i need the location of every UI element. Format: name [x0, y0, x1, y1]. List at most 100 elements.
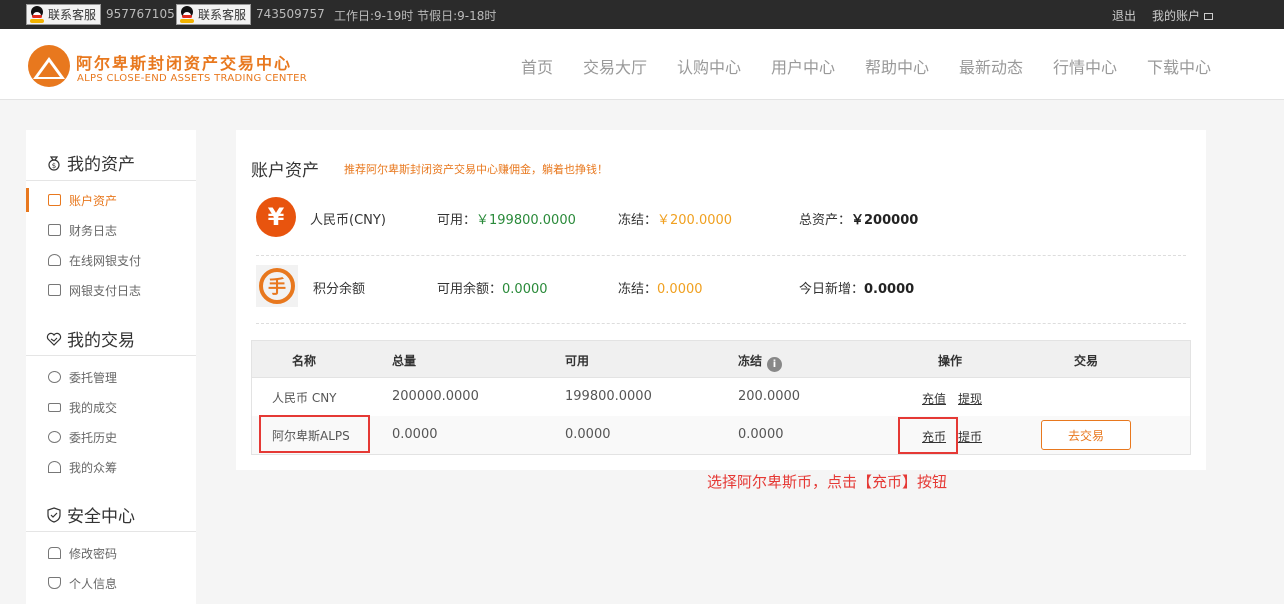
my-account-label: 我的账户 — [1152, 9, 1201, 23]
nav-news[interactable]: 最新动态 — [959, 54, 1023, 78]
total-label: 总资产： — [799, 213, 852, 228]
logo-mountain-icon[interactable] — [28, 45, 70, 87]
lock-icon — [48, 547, 61, 559]
nav-download[interactable]: 下载中心 — [1147, 54, 1211, 78]
points-icon-glyph: 手 — [259, 268, 295, 304]
referral-promo-link[interactable]: 推荐阿尔卑斯封闭资产交易中心赚佣金，躺着也挣钱！ — [344, 161, 608, 177]
cny-total: 总资产：￥200000 — [799, 209, 918, 228]
sidebar-item-my-crowdfunding[interactable]: 我的众筹 — [26, 455, 196, 479]
contact-service-button-1[interactable]: 联系客服 — [26, 4, 102, 25]
handshake-icon — [46, 331, 62, 347]
contact-service-button-2[interactable]: 联系客服 — [176, 4, 252, 25]
logo-title-cn[interactable]: 阿尔卑斯封闭资产交易中心 — [76, 50, 292, 74]
divider — [26, 180, 196, 181]
moneybag-icon: $ — [46, 155, 62, 171]
cny-frozen: 冻结：￥200.0000 — [618, 209, 732, 228]
cell-available: 199800.0000 — [565, 389, 652, 404]
nav-subscription[interactable]: 认购中心 — [677, 54, 741, 78]
nav-trading-hall[interactable]: 交易大厅 — [583, 54, 647, 78]
withdraw-link[interactable]: 提现 — [958, 390, 982, 407]
sidebar-item-order-history[interactable]: 委托历史 — [26, 425, 196, 449]
my-account-link[interactable]: 我的账户 — [1152, 7, 1214, 24]
sidebar-item-label: 个人信息 — [69, 576, 118, 591]
nav-home[interactable]: 首页 — [521, 54, 553, 78]
sidebar-item-online-bank-pay[interactable]: 在线网银支付 — [26, 248, 196, 272]
cny-available: 可用：￥199800.0000 — [437, 209, 576, 228]
site-header: 阿尔卑斯封闭资产交易中心 ALPS CLOSE-END ASSETS TRADI… — [0, 29, 1284, 100]
cell-total: 200000.0000 — [392, 389, 479, 404]
qq-icon — [29, 6, 45, 23]
sidebar-item-personal-info[interactable]: 个人信息 — [26, 571, 196, 595]
sidebar-item-finance-log[interactable]: 财务日志 — [26, 218, 196, 242]
yen-icon: ¥ — [256, 197, 296, 237]
dollar-icon — [48, 371, 61, 383]
qq-number-1: 957767105 — [106, 7, 175, 21]
highlight-box-deposit-coin — [898, 417, 958, 454]
people-icon — [48, 461, 61, 473]
coins-icon — [48, 194, 61, 206]
section-security-center: 安全中心 — [46, 502, 135, 527]
mail-icon — [1204, 13, 1214, 20]
logo-title-en: ALPS CLOSE-END ASSETS TRADING CENTER — [77, 73, 307, 84]
svg-text:$: $ — [52, 162, 56, 170]
withdraw-coin-link[interactable]: 提币 — [958, 428, 982, 445]
nav-help[interactable]: 帮助中心 — [865, 54, 929, 78]
sidebar-item-account-assets[interactable]: 账户资产 — [26, 188, 196, 212]
folder-icon — [48, 224, 61, 236]
column-header-available: 可用 — [565, 354, 590, 368]
section-my-assets: $ 我的资产 — [46, 150, 135, 175]
shield-icon — [48, 577, 61, 589]
sidebar-item-label: 我的众筹 — [69, 460, 118, 475]
sidebar-item-my-deals[interactable]: 我的成交 — [26, 395, 196, 419]
sidebar-item-label: 修改密码 — [69, 546, 118, 561]
top-bar: 联系客服 957767105 联系客服 743509757 工作日:9-19时 … — [0, 0, 1284, 29]
deposit-link[interactable]: 充值 — [922, 390, 946, 407]
sidebar-item-label: 我的成交 — [69, 400, 118, 415]
section-my-trades: 我的交易 — [46, 326, 135, 351]
divider — [26, 355, 196, 356]
qq-number-2: 743509757 — [256, 7, 325, 21]
cell-total: 0.0000 — [392, 427, 438, 442]
sidebar-item-change-password[interactable]: 修改密码 — [26, 541, 196, 565]
cny-asset-row: ¥ 人民币(CNY) 可用：￥199800.0000 冻结：￥200.0000 … — [256, 197, 1186, 247]
sidebar-item-bank-pay-log[interactable]: 网银支付日志 — [26, 278, 196, 302]
info-icon[interactable]: i — [767, 357, 783, 372]
sidebar: $ 我的资产 账户资产 财务日志 在线网银支付 网银支付日志 我的交易 委托管理… — [26, 130, 196, 604]
column-header-total: 总量 — [392, 354, 417, 368]
frozen-value: 0.0000 — [657, 282, 703, 297]
points-asset-row: 手 积分余额 可用余额：0.0000 冻结：0.0000 今日新增：0.0000 — [256, 265, 1186, 315]
nav-user-center[interactable]: 用户中心 — [771, 54, 835, 78]
points-label: 积分余额 — [313, 282, 366, 297]
sidebar-item-label: 在线网银支付 — [69, 253, 142, 268]
column-header-frozen: 冻结 i — [738, 352, 783, 372]
cell-name: 人民币 CNY — [272, 391, 337, 405]
highlight-box-alps-name — [259, 415, 370, 453]
logout-link[interactable]: 退出 — [1112, 7, 1136, 24]
frozen-value: ￥200.0000 — [657, 213, 733, 228]
contact-service-label: 联系客服 — [198, 8, 247, 22]
points-today: 今日新增：0.0000 — [799, 278, 914, 297]
available-label: 可用： — [437, 213, 477, 228]
cell-frozen: 200.0000 — [738, 389, 801, 404]
divider — [256, 323, 1186, 324]
nav-market[interactable]: 行情中心 — [1053, 54, 1117, 78]
qq-icon — [179, 6, 195, 23]
service-hours: 工作日:9-19时 节假日:9-18时 — [334, 9, 497, 23]
table-row: 阿尔卑斯ALPS 0.0000 0.0000 0.0000 充币 提币 去交易 — [252, 416, 1190, 454]
divider — [26, 531, 196, 532]
frozen-label: 冻结： — [618, 282, 658, 297]
assets-table: 名称 总量 可用 冻结 i 操作 交易 人民币 CNY 200000.0000 1… — [251, 340, 1191, 455]
sidebar-item-order-management[interactable]: 委托管理 — [26, 365, 196, 389]
section-title: 我的交易 — [67, 331, 135, 351]
contact-service-label: 联系客服 — [48, 8, 97, 22]
cell-frozen: 0.0000 — [738, 427, 784, 442]
page-title: 账户资产 — [251, 161, 319, 181]
points-frozen: 冻结：0.0000 — [618, 278, 703, 297]
go-trade-button[interactable]: 去交易 — [1041, 420, 1131, 450]
column-header-trade: 交易 — [1074, 354, 1099, 368]
section-title: 我的资产 — [67, 155, 135, 175]
card-icon — [48, 402, 61, 412]
cell-available: 0.0000 — [565, 427, 611, 442]
sidebar-item-label: 网银支付日志 — [69, 283, 142, 298]
frozen-label: 冻结： — [618, 213, 658, 228]
